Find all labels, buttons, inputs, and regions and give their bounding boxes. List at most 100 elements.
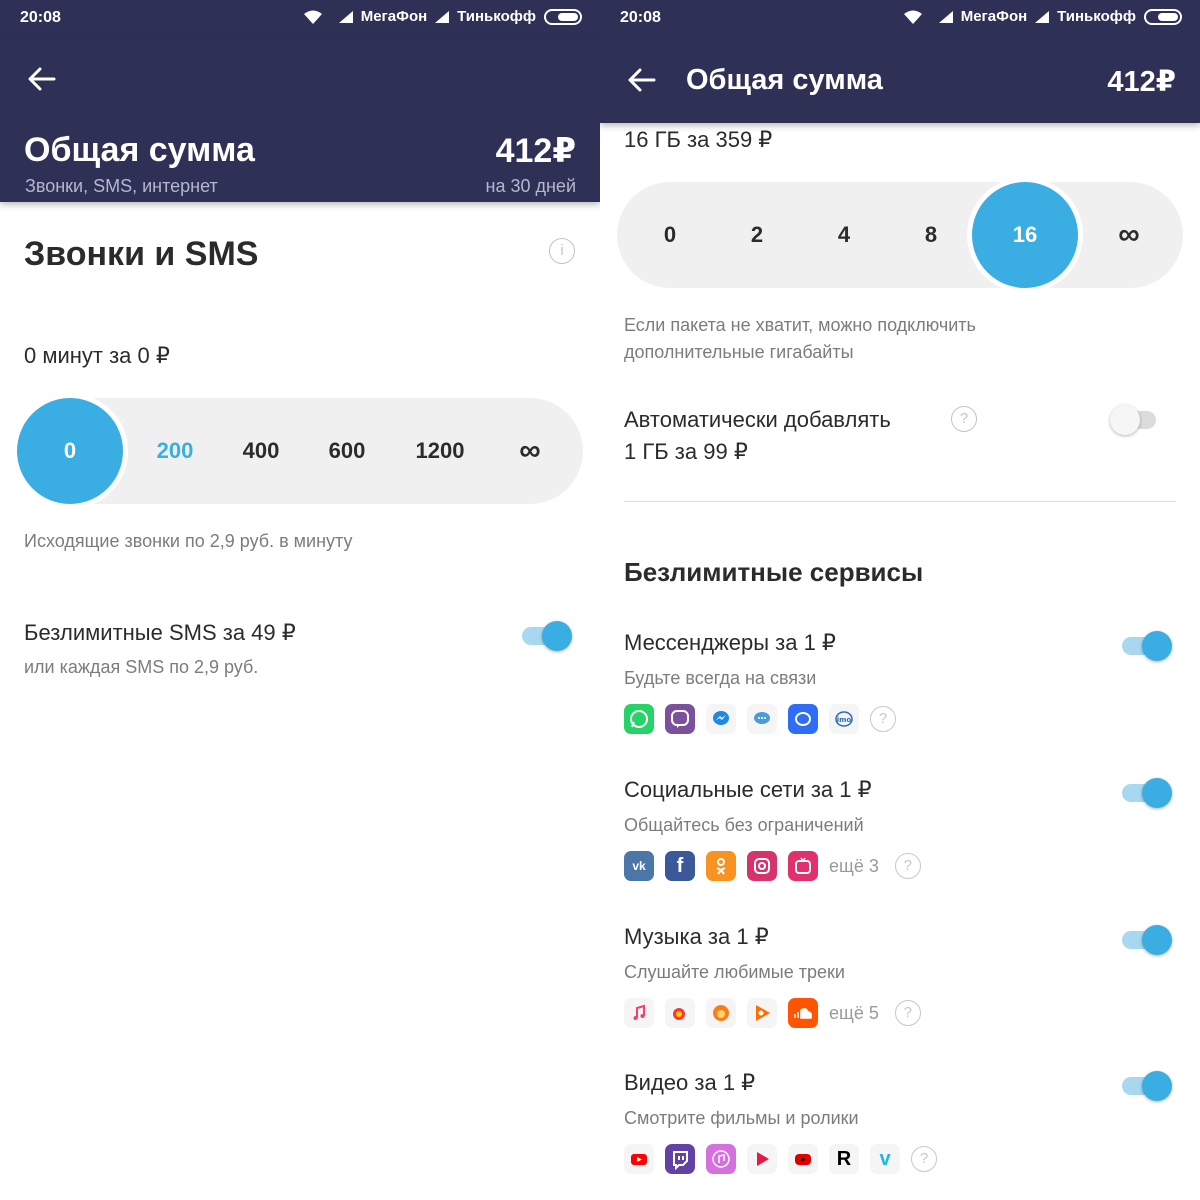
summary-header: Общая сумма Звонки, SMS, интернет 412₽ н… [0, 37, 600, 202]
service-title: Видео за 1 ₽ [624, 1070, 756, 1095]
help-icon[interactable]: ? [870, 706, 896, 732]
collapsed-header: Общая сумма 412₽ [600, 37, 1200, 123]
imo-icon: imo [829, 704, 859, 734]
battery-icon [1144, 8, 1182, 25]
minutes-option[interactable]: 600 [307, 398, 387, 504]
igtv-icon [788, 851, 818, 881]
minutes-amount-label: 0 минут за 0 ₽ [24, 343, 170, 368]
service-subtitle: Общайтесь без ограничений [624, 815, 864, 835]
total-price: 412₽ [1107, 66, 1176, 98]
sms-label: Безлимитные SMS за 49 ₽ [24, 620, 296, 645]
carrier-name: Тинькофф [457, 8, 536, 25]
gb-option[interactable]: 8 [891, 182, 971, 288]
signal-icon [938, 10, 953, 23]
facebook-icon: f [665, 851, 695, 881]
apple-music-icon [624, 998, 654, 1028]
signal-icon [338, 10, 353, 23]
calls-note: Исходящие звонки по 2,9 руб. в минуту [24, 531, 353, 551]
wifi-icon [903, 10, 922, 24]
carrier-name: Тинькофф [1057, 8, 1136, 25]
right-screen: 20:08 МегаФон Тинькофф Общая сумма 412₽ … [600, 0, 1200, 1200]
wifi-icon [303, 10, 322, 24]
instagram-icon [747, 851, 777, 881]
carrier-name: МегаФон [960, 8, 1028, 25]
service-subtitle: Слушайте любимые треки [624, 962, 845, 982]
section-title-unlimited: Безлимитные сервисы [624, 557, 924, 587]
whatsapp-icon [624, 704, 654, 734]
minutes-option-unlimited[interactable]: ∞ [490, 398, 570, 504]
service-title: Музыка за 1 ₽ [624, 924, 769, 949]
help-icon[interactable]: ? [951, 406, 977, 432]
auto-add-toggle[interactable] [1110, 403, 1160, 437]
video-icons: R v ? [624, 1144, 937, 1174]
battery-icon [544, 8, 582, 25]
ivi-icon [747, 1144, 777, 1174]
help-icon[interactable]: ? [894, 1000, 921, 1026]
internet-selector[interactable]: 0 2 4 8 ∞ [617, 182, 1183, 288]
messenger-icon [706, 704, 736, 734]
google-play-music-icon [747, 998, 777, 1028]
yandex-music-icon [665, 998, 695, 1028]
sms-sublabel: или каждая SMS по 2,9 руб. [24, 657, 259, 677]
messengers-icons: imo ? [624, 704, 896, 734]
bubble-chat-icon [747, 704, 777, 734]
viber-icon [665, 704, 695, 734]
messengers-toggle[interactable] [1122, 629, 1172, 663]
info-icon[interactable]: i [549, 238, 575, 264]
boom-icon [706, 998, 736, 1028]
gb-option-unlimited[interactable]: ∞ [1089, 182, 1169, 288]
service-subtitle: Смотрите фильмы и ролики [624, 1108, 859, 1128]
social-toggle[interactable] [1122, 776, 1172, 810]
auto-add-label: Автоматически добавлять 1 ГБ за 99 ₽ [624, 407, 891, 464]
video-toggle[interactable] [1122, 1069, 1172, 1103]
internet-amount-label: 16 ГБ за 359 ₽ [624, 127, 773, 152]
more-count[interactable]: ещё 5 [829, 1003, 879, 1024]
back-arrow-icon[interactable] [626, 64, 658, 96]
more-count[interactable]: ещё 3 [829, 856, 879, 877]
minutes-option[interactable]: 1200 [400, 398, 480, 504]
facebook-messenger-icon [788, 704, 818, 734]
gb-option[interactable]: 4 [804, 182, 884, 288]
rutube-icon: R [829, 1144, 859, 1174]
page-subtitle: Звонки, SMS, интернет [25, 176, 218, 196]
left-screen: 20:08 МегаФон Тинькофф Общая сумма Звонк… [0, 0, 600, 1200]
signal-icon [1035, 10, 1050, 23]
youtube-red-icon [788, 1144, 818, 1174]
back-arrow-icon[interactable] [26, 63, 58, 95]
status-time: 20:08 [20, 9, 61, 26]
music-toggle[interactable] [1122, 923, 1172, 957]
social-icons: vk f ещё 3 ? [624, 851, 921, 881]
gb-option[interactable]: 2 [717, 182, 797, 288]
section-title-calls: Звонки и SMS [24, 235, 259, 273]
sms-toggle[interactable] [522, 619, 572, 653]
help-icon[interactable]: ? [911, 1146, 937, 1172]
gb-option[interactable]: 0 [630, 182, 710, 288]
signal-icon [435, 10, 450, 23]
soundcloud-icon [788, 998, 818, 1028]
help-icon[interactable]: ? [894, 853, 921, 879]
twitch-icon [665, 1144, 695, 1174]
status-bar: 20:08 МегаФон Тинькофф [600, 0, 1200, 37]
youtube-icon [624, 1144, 654, 1174]
itunes-icon [706, 1144, 736, 1174]
page-title: Общая сумма [24, 131, 255, 169]
page-title: Общая сумма [686, 64, 883, 96]
minutes-option[interactable]: 400 [221, 398, 301, 504]
svg-text:imo: imo [837, 716, 852, 724]
service-subtitle: Будьте всегда на связи [624, 668, 817, 688]
minutes-selected-bubble[interactable]: 0 [12, 393, 128, 509]
status-time: 20:08 [620, 9, 661, 26]
divider [624, 501, 1176, 502]
internet-note: Если пакета не хватит, можно подключить … [624, 315, 976, 362]
status-bar: 20:08 МегаФон Тинькофф [0, 0, 600, 37]
total-price: 412₽ [495, 132, 576, 170]
odnoklassniki-icon [706, 851, 736, 881]
price-period: на 30 дней [485, 176, 576, 196]
carrier-name: МегаФон [360, 8, 428, 25]
service-title: Мессенджеры за 1 ₽ [624, 630, 836, 655]
service-title: Социальные сети за 1 ₽ [624, 777, 872, 802]
vk-icon: vk [624, 851, 654, 881]
gb-selected-bubble[interactable]: 16 [967, 177, 1083, 293]
minutes-option[interactable]: 200 [135, 398, 215, 504]
music-icons: ещё 5 ? [624, 998, 921, 1028]
